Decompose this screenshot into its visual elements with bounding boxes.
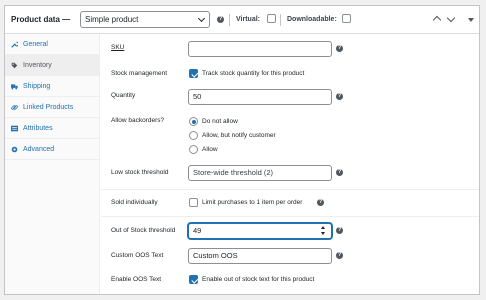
- tab-label: Advanced: [23, 146, 55, 153]
- backorders-label: Allow backorders?: [111, 117, 165, 124]
- enable-oos-text-checkbox[interactable]: [189, 275, 198, 284]
- move-down-icon[interactable]: [446, 13, 456, 23]
- tab-inventory[interactable]: Inventory: [5, 55, 100, 76]
- oos-threshold-input[interactable]: 49: [188, 223, 332, 239]
- backorders-option: Allow: [202, 146, 218, 153]
- divider: [280, 14, 281, 26]
- help-icon: ?: [336, 227, 343, 234]
- tab-label: Attributes: [23, 125, 53, 132]
- product-type-value: Simple product: [85, 15, 139, 24]
- oos-threshold-value: 49: [193, 226, 202, 235]
- low-stock-input[interactable]: Store-wide threshold (2): [188, 165, 332, 181]
- link-icon: [11, 105, 18, 110]
- help-icon: ?: [336, 93, 343, 100]
- move-up-icon[interactable]: [432, 15, 442, 25]
- section-divider: [101, 189, 479, 190]
- enable-oos-text-option: Enable out of stock text for this produc…: [202, 276, 315, 283]
- backorders-option: Do not allow: [202, 118, 238, 125]
- help-icon: ?: [217, 16, 224, 23]
- virtual-checkbox[interactable]: [267, 14, 276, 23]
- product-data-header: Product data — Simple product ? Virtual:…: [5, 6, 479, 34]
- product-type-select[interactable]: Simple product: [80, 11, 210, 28]
- sku-label: SKU: [111, 44, 125, 51]
- stock-management-label: Stock management: [111, 70, 168, 77]
- sku-input[interactable]: [188, 41, 332, 57]
- backorders-radio-allow[interactable]: [189, 145, 198, 154]
- help-icon: ?: [336, 45, 343, 52]
- help-icon: ?: [336, 169, 343, 176]
- help-icon: ?: [317, 199, 324, 206]
- virtual-label: Virtual:: [236, 16, 260, 23]
- number-stepper[interactable]: [321, 226, 327, 236]
- tab-attributes[interactable]: Attributes: [5, 118, 100, 139]
- downloadable-label: Downloadable:: [287, 16, 337, 23]
- tab-label: Inventory: [23, 62, 52, 69]
- track-stock-option: Track stock quantity for this product: [202, 70, 305, 77]
- panel-title: Product data —: [11, 15, 71, 24]
- list-icon: [11, 125, 18, 132]
- backorders-radio-notify[interactable]: [189, 131, 198, 140]
- section-divider: [101, 216, 479, 217]
- custom-oos-text-input[interactable]: Custom OOS: [188, 248, 332, 264]
- product-data-panel: Product data — Simple product ? Virtual:…: [4, 5, 480, 295]
- toggle-panel-icon[interactable]: [468, 18, 474, 22]
- track-stock-checkbox[interactable]: [189, 69, 198, 78]
- product-data-tabs: General Inventory Shipping Linked Produc…: [5, 34, 100, 294]
- tab-label: Linked Products: [23, 104, 74, 111]
- downloadable-checkbox[interactable]: [342, 14, 351, 23]
- tag-icon: [11, 62, 18, 69]
- tab-general[interactable]: General: [5, 34, 100, 55]
- oos-threshold-label: Out of Stock threshold: [111, 227, 176, 234]
- tab-advanced[interactable]: Advanced: [5, 139, 100, 160]
- sold-individually-label: Sold individually: [111, 199, 158, 206]
- custom-oos-text-label: Custom OOS Text: [111, 252, 164, 259]
- tab-linked-products[interactable]: Linked Products: [5, 97, 100, 118]
- sold-individually-option: Limit purchases to 1 item per order: [202, 199, 303, 206]
- backorders-radio-do-not-allow[interactable]: [189, 117, 198, 126]
- truck-icon: [11, 84, 18, 90]
- wrench-icon: [11, 41, 18, 48]
- low-stock-label: Low stock threshold: [111, 169, 169, 176]
- divider: [229, 14, 230, 26]
- chevron-down-icon: [197, 14, 206, 23]
- gear-icon: [11, 146, 18, 153]
- enable-oos-text-label: Enable OOS Text: [111, 276, 162, 283]
- quantity-label: Quantity: [111, 92, 136, 99]
- sold-individually-checkbox[interactable]: [189, 198, 198, 207]
- quantity-input[interactable]: 50: [188, 89, 332, 105]
- tab-label: General: [23, 41, 48, 48]
- help-icon: ?: [336, 252, 343, 259]
- tab-shipping[interactable]: Shipping: [5, 76, 100, 97]
- tab-label: Shipping: [23, 83, 51, 90]
- backorders-option: Allow, but notify customer: [202, 132, 276, 139]
